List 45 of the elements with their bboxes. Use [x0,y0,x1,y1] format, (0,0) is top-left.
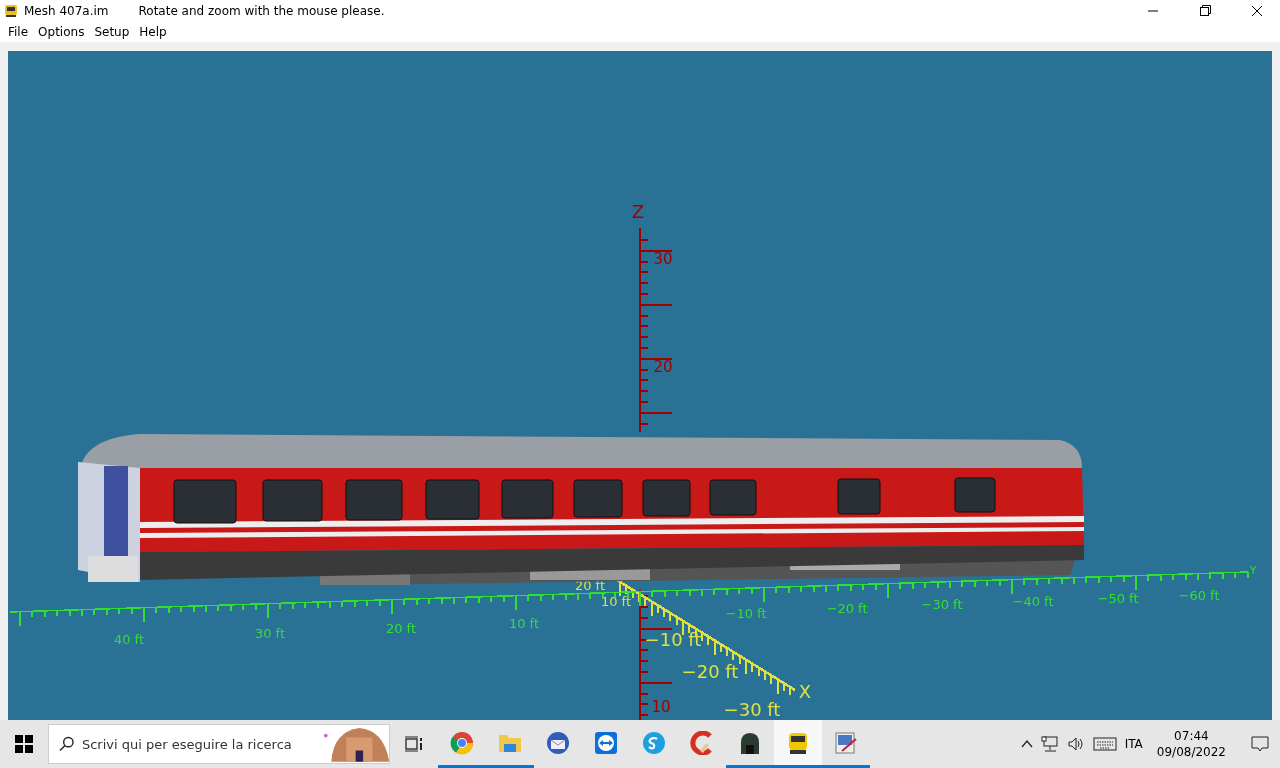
browser-icon [450,730,474,755]
axis-tick-label: 20 ft [385,621,417,636]
clock[interactable]: 07:44 09/08/2022 [1150,729,1232,759]
window-hint: Rotate and zoom with the mouse please. [138,4,385,18]
window-title: Mesh 407a.im [24,4,109,18]
axis-tick-label: −30 ft [723,699,781,720]
axis-tick-label: 40 ft [113,632,145,647]
axis-name: Z [631,201,645,222]
axis-tick-label: −60 ft [1178,588,1220,603]
menu-item[interactable]: File [4,25,33,39]
axis-tick-label: −50 ft [1097,591,1139,606]
landmark-picture [321,725,389,763]
axis-tick-label: 30 ft [254,626,286,641]
axis-tick-label: 10 ft [508,616,540,631]
axis-tick-label: 10 ft [600,594,632,609]
axis-tick-label: −40 ft [1012,594,1054,609]
axis-tick-label: 20 [653,358,673,376]
train-icon [786,730,810,755]
axis-name: X [798,681,812,702]
search-bar[interactable]: Scrivi qui per eseguire la ricerca [48,724,390,764]
network-icon[interactable] [1040,736,1059,752]
drawing-app-icon [834,730,858,755]
chat-s-icon [642,730,666,755]
axis-tick-label: 10 [651,698,671,716]
axis-tick-label: −20 ft [681,661,739,682]
menu-item[interactable]: Help [135,25,171,39]
input-language[interactable]: ITA [1124,737,1143,751]
notification-icon[interactable] [1251,735,1269,753]
axis-tick-label: 30 [653,250,673,268]
axis-name: Y [1249,564,1257,577]
taskbar-app[interactable] [774,720,822,768]
mail-globe-icon [546,730,570,755]
search-icon [59,736,74,752]
train-icon [4,4,18,18]
task-view-icon[interactable] [405,736,423,752]
brush-c-icon [690,730,714,755]
axis-tick-label: −30 ft [921,597,963,612]
keyboard-icon[interactable] [1092,737,1117,751]
chevron-up-icon[interactable] [1020,739,1033,749]
axis-tick-label: −10 ft [725,606,767,621]
axis-tick-label: −20 ft [826,601,868,616]
windows-start-icon[interactable] [15,735,33,753]
menu-item[interactable]: Options [34,25,89,39]
menu-item[interactable]: Setup [90,25,134,39]
speaker-icon[interactable] [1066,736,1085,752]
